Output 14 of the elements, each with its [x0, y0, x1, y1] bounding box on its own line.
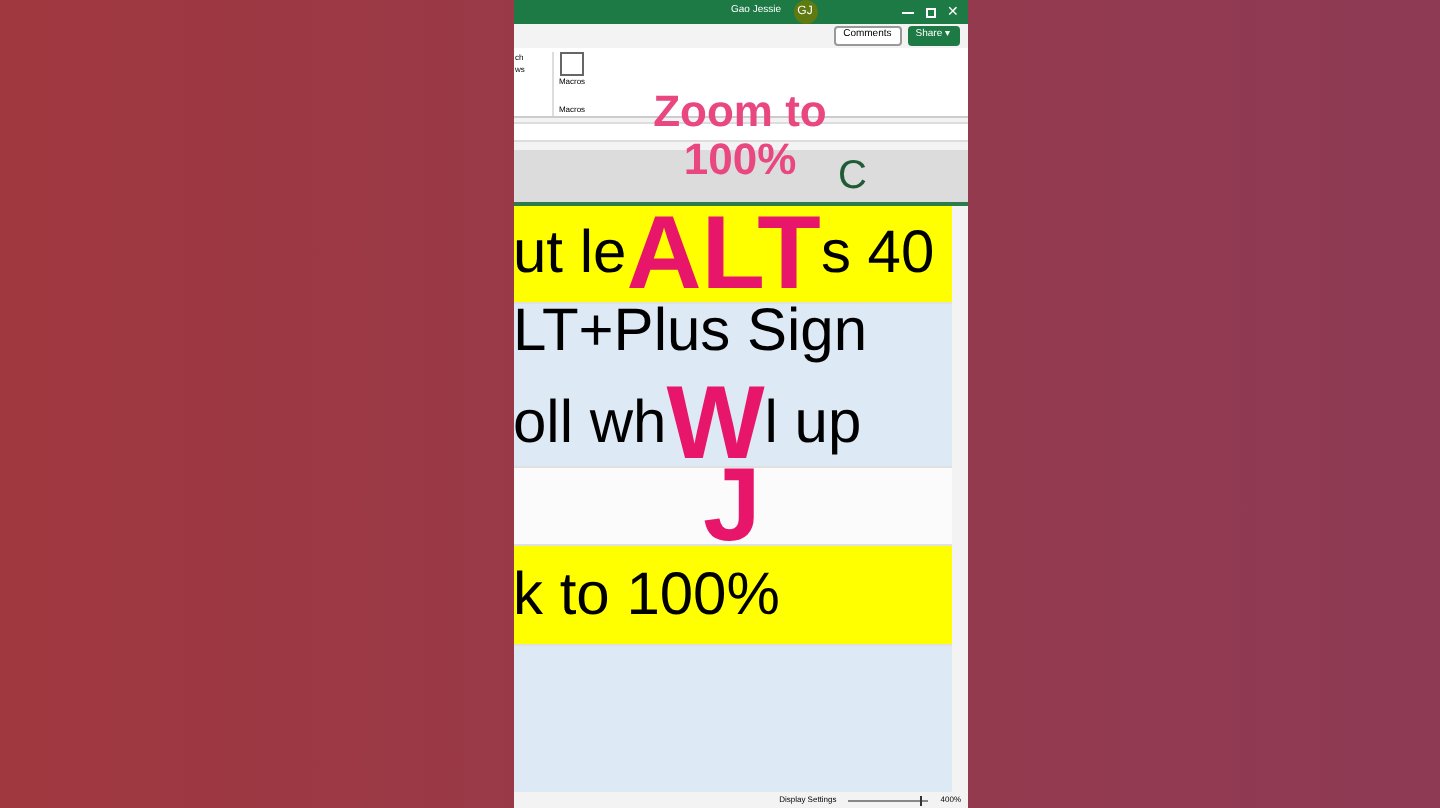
cell-text: oll wh [513, 390, 667, 457]
caption-text: Zoom to [653, 88, 827, 136]
key-caption: W [666, 372, 765, 465]
minimize-icon[interactable] [901, 11, 913, 13]
cell-text: k to 100% [513, 559, 780, 632]
macros-icon[interactable] [560, 51, 584, 76]
caption-text: 100% [683, 136, 797, 184]
cell-text: LT+Plus Sign [513, 304, 868, 369]
cell-text: ut le [513, 218, 627, 291]
key-caption: J [703, 467, 761, 545]
maximize-icon[interactable] [925, 7, 935, 17]
cell-text: l up [764, 390, 862, 457]
cell-text: s 40 [820, 218, 935, 291]
key-caption: ALT [626, 205, 821, 303]
